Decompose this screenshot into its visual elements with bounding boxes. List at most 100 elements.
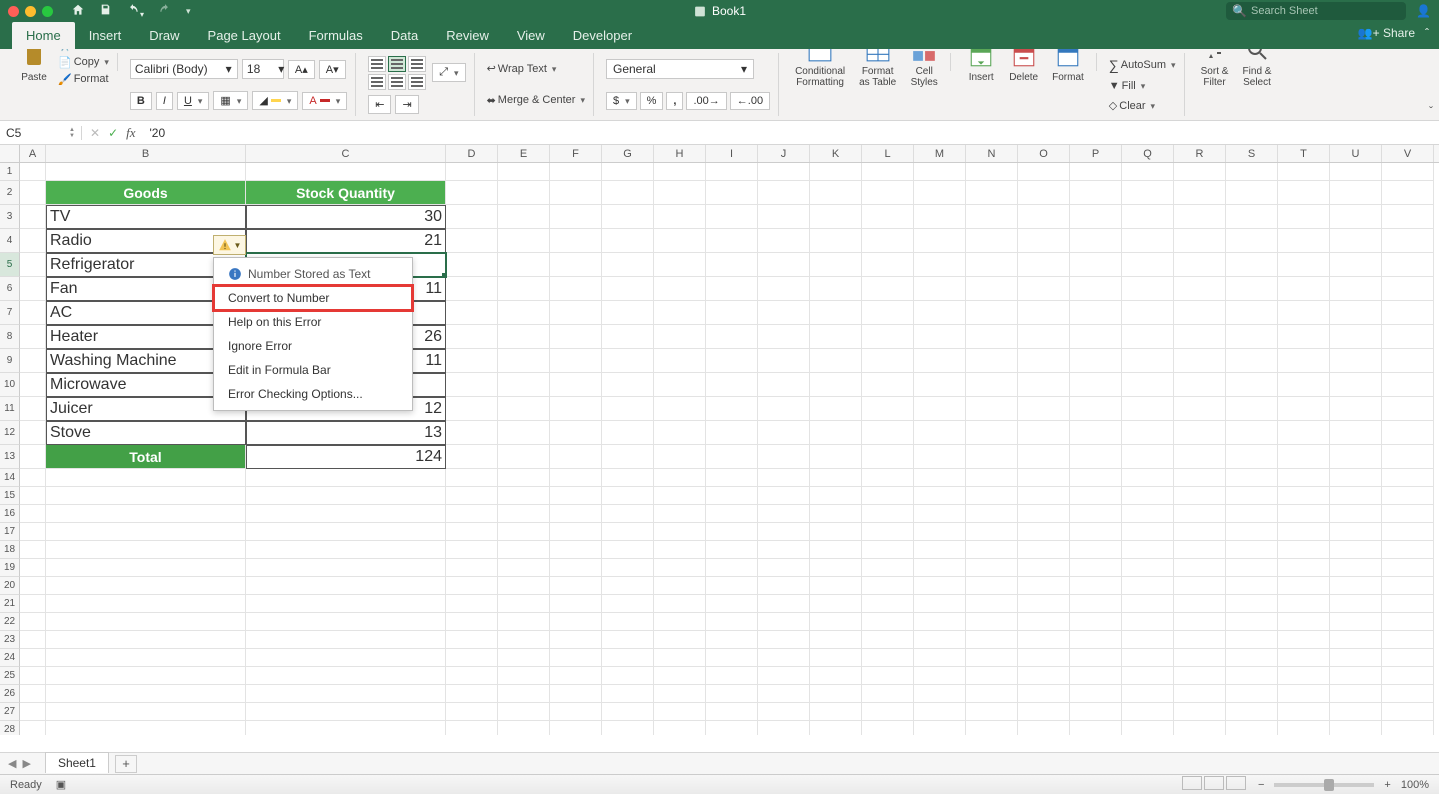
- cell-B13[interactable]: Total: [46, 445, 246, 469]
- qat-more-icon[interactable]: ▾: [186, 6, 191, 17]
- cell-F8[interactable]: [550, 325, 602, 349]
- cell-S28[interactable]: [1226, 721, 1278, 735]
- cell-E8[interactable]: [498, 325, 550, 349]
- cell-F28[interactable]: [550, 721, 602, 735]
- cell-O24[interactable]: [1018, 649, 1070, 667]
- row-header-20[interactable]: 20: [0, 577, 20, 595]
- cell-M27[interactable]: [914, 703, 966, 721]
- cell-G6[interactable]: [602, 277, 654, 301]
- comma-button[interactable]: ,: [666, 92, 683, 110]
- cell-J11[interactable]: [758, 397, 810, 421]
- cell-E19[interactable]: [498, 559, 550, 577]
- cell-T19[interactable]: [1278, 559, 1330, 577]
- cell-V11[interactable]: [1382, 397, 1434, 421]
- cell-C15[interactable]: [246, 487, 446, 505]
- cell-T16[interactable]: [1278, 505, 1330, 523]
- cell-P9[interactable]: [1070, 349, 1122, 373]
- cell-J13[interactable]: [758, 445, 810, 469]
- cell-I11[interactable]: [706, 397, 758, 421]
- cell-V27[interactable]: [1382, 703, 1434, 721]
- cell-U2[interactable]: [1330, 181, 1382, 205]
- cell-E10[interactable]: [498, 373, 550, 397]
- cell-S9[interactable]: [1226, 349, 1278, 373]
- cell-N1[interactable]: [966, 163, 1018, 181]
- cell-U22[interactable]: [1330, 613, 1382, 631]
- cell-F15[interactable]: [550, 487, 602, 505]
- cell-D26[interactable]: [446, 685, 498, 703]
- cell-P8[interactable]: [1070, 325, 1122, 349]
- cell-M21[interactable]: [914, 595, 966, 613]
- cell-K7[interactable]: [810, 301, 862, 325]
- cell-V24[interactable]: [1382, 649, 1434, 667]
- cell-J5[interactable]: [758, 253, 810, 277]
- cell-M25[interactable]: [914, 667, 966, 685]
- cell-E21[interactable]: [498, 595, 550, 613]
- row-header-25[interactable]: 25: [0, 667, 20, 685]
- minimize-window-button[interactable]: [25, 6, 36, 17]
- cell-L4[interactable]: [862, 229, 914, 253]
- cell-B12[interactable]: Stove: [46, 421, 246, 445]
- cell-E4[interactable]: [498, 229, 550, 253]
- cell-U18[interactable]: [1330, 541, 1382, 559]
- format-cells-button[interactable]: Format: [1048, 49, 1088, 85]
- cell-J6[interactable]: [758, 277, 810, 301]
- cell-R12[interactable]: [1174, 421, 1226, 445]
- cell-E17[interactable]: [498, 523, 550, 541]
- cell-K27[interactable]: [810, 703, 862, 721]
- cell-T24[interactable]: [1278, 649, 1330, 667]
- cell-T12[interactable]: [1278, 421, 1330, 445]
- cell-Q20[interactable]: [1122, 577, 1174, 595]
- cell-R6[interactable]: [1174, 277, 1226, 301]
- cell-P14[interactable]: [1070, 469, 1122, 487]
- cell-S1[interactable]: [1226, 163, 1278, 181]
- cell-U24[interactable]: [1330, 649, 1382, 667]
- cell-O15[interactable]: [1018, 487, 1070, 505]
- cell-N15[interactable]: [966, 487, 1018, 505]
- cell-S21[interactable]: [1226, 595, 1278, 613]
- cell-F6[interactable]: [550, 277, 602, 301]
- cell-I21[interactable]: [706, 595, 758, 613]
- cell-O21[interactable]: [1018, 595, 1070, 613]
- cell-I12[interactable]: [706, 421, 758, 445]
- cell-R28[interactable]: [1174, 721, 1226, 735]
- cell-Q7[interactable]: [1122, 301, 1174, 325]
- cell-M28[interactable]: [914, 721, 966, 735]
- cell-S16[interactable]: [1226, 505, 1278, 523]
- cell-O5[interactable]: [1018, 253, 1070, 277]
- cell-U14[interactable]: [1330, 469, 1382, 487]
- paste-button[interactable]: Paste: [16, 49, 52, 85]
- cell-C17[interactable]: [246, 523, 446, 541]
- cell-L9[interactable]: [862, 349, 914, 373]
- cell-U3[interactable]: [1330, 205, 1382, 229]
- cell-O12[interactable]: [1018, 421, 1070, 445]
- cell-S3[interactable]: [1226, 205, 1278, 229]
- cell-M10[interactable]: [914, 373, 966, 397]
- cell-B14[interactable]: [46, 469, 246, 487]
- cell-K9[interactable]: [810, 349, 862, 373]
- row-header-12[interactable]: 12: [0, 421, 20, 445]
- cell-F5[interactable]: [550, 253, 602, 277]
- cell-U21[interactable]: [1330, 595, 1382, 613]
- search-input[interactable]: [1251, 5, 1400, 17]
- cell-K6[interactable]: [810, 277, 862, 301]
- cell-S24[interactable]: [1226, 649, 1278, 667]
- cell-A9[interactable]: [20, 349, 46, 373]
- cell-N17[interactable]: [966, 523, 1018, 541]
- cell-N27[interactable]: [966, 703, 1018, 721]
- cell-V9[interactable]: [1382, 349, 1434, 373]
- decrease-font-button[interactable]: A▾: [319, 60, 346, 79]
- cell-U4[interactable]: [1330, 229, 1382, 253]
- cell-I9[interactable]: [706, 349, 758, 373]
- cell-C19[interactable]: [246, 559, 446, 577]
- row-header-22[interactable]: 22: [0, 613, 20, 631]
- cell-C3[interactable]: 30: [246, 205, 446, 229]
- column-header-L[interactable]: L: [862, 145, 914, 162]
- tab-insert[interactable]: Insert: [75, 22, 136, 49]
- cell-I10[interactable]: [706, 373, 758, 397]
- cell-P20[interactable]: [1070, 577, 1122, 595]
- search-sheet[interactable]: 🔍: [1226, 2, 1406, 20]
- tab-page-layout[interactable]: Page Layout: [194, 22, 295, 49]
- cell-R14[interactable]: [1174, 469, 1226, 487]
- cell-J7[interactable]: [758, 301, 810, 325]
- cell-L26[interactable]: [862, 685, 914, 703]
